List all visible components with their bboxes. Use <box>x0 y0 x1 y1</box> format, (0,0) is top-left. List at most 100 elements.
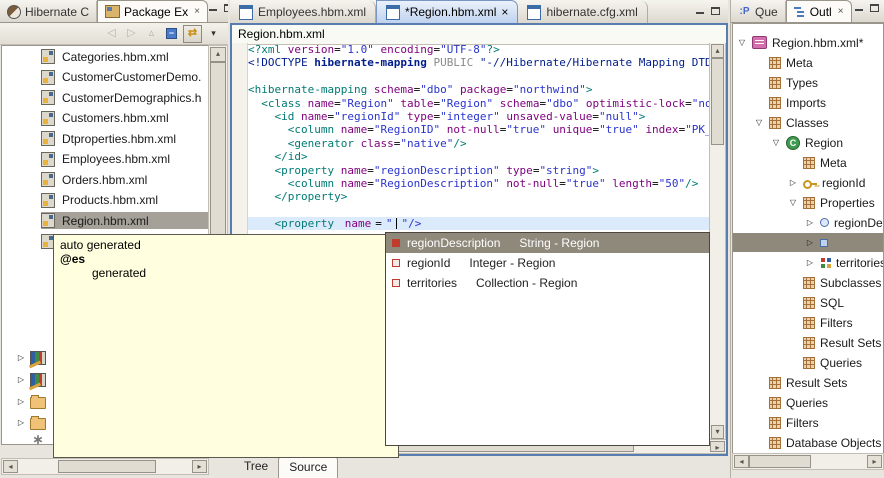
grid-icon <box>803 337 815 349</box>
outline-item-types[interactable]: Types <box>733 73 883 92</box>
scroll-up-icon[interactable]: ▴ <box>711 44 724 58</box>
collapse-icon[interactable]: ▽ <box>788 198 798 207</box>
back-icon[interactable]: ◁ <box>103 26 120 42</box>
file-label: Categories.hbm.xml <box>59 49 172 65</box>
editor-vertical-scrollbar[interactable]: ▴ ▾ <box>709 43 726 440</box>
file-label: Orders.hbm.xml <box>59 172 150 188</box>
link-with-editor-icon[interactable]: ⇄ <box>183 25 202 43</box>
close-icon[interactable]: × <box>501 5 508 19</box>
completion-item-territories[interactable]: territoriesCollection - Region <box>386 273 709 293</box>
view-tab-que[interactable]: Que <box>731 1 786 22</box>
outline-item-result-sets[interactable]: Result Sets <box>733 333 883 352</box>
tab-label: *Region.hbm.xml <box>405 5 496 19</box>
outline-item-imports[interactable]: Imports <box>733 93 883 112</box>
expand-icon[interactable]: ▷ <box>16 353 26 362</box>
outline-item-result-sets[interactable]: Result Sets <box>733 373 883 392</box>
scrollbar-thumb[interactable] <box>749 455 811 468</box>
scroll-right-icon[interactable]: ▸ <box>710 441 725 452</box>
scrollbar-thumb[interactable] <box>711 58 724 145</box>
scroll-right-icon[interactable]: ▸ <box>192 460 207 473</box>
package-explorer-icon <box>105 5 120 18</box>
outline-view: QueOutl× ▽Region.hbm.xml* Meta TypesImport… <box>730 0 884 478</box>
expand-icon[interactable]: ▷ <box>788 178 798 187</box>
collapse-icon[interactable]: ▽ <box>754 118 764 127</box>
editor-tab-hibernate-cfg-xml[interactable]: hibernate.cfg.xml <box>518 1 647 23</box>
view-menu-icon[interactable]: ▾ <box>205 26 222 42</box>
maximize-icon[interactable] <box>710 6 721 16</box>
outline-item-subclasses[interactable]: Subclasses <box>733 273 883 292</box>
file-item-dtproperties-hbm-xml[interactable]: Dtproperties.hbm.xml <box>2 129 209 148</box>
collapse-all-icon[interactable]: − <box>163 26 180 42</box>
outline-item-new-property[interactable]: ▷ <box>733 233 883 252</box>
minimize-icon[interactable] <box>695 6 706 16</box>
outline-item-database-objects[interactable]: Database Objects <box>733 433 883 452</box>
expand-icon[interactable]: ▷ <box>805 218 815 227</box>
outline-label: Meta <box>786 56 813 70</box>
code-line: <property name="regionDescription" type=… <box>248 164 710 177</box>
outline-item-classes[interactable]: ▽Classes <box>733 113 883 132</box>
expand-icon[interactable]: ▷ <box>16 397 26 406</box>
outline-item-properties[interactable]: ▽Properties <box>733 193 883 212</box>
outline-item-queries[interactable]: Queries <box>733 353 883 372</box>
file-item-orders-hbm-xml[interactable]: Orders.hbm.xml <box>2 170 209 189</box>
outline-item-queries[interactable]: Queries <box>733 393 883 412</box>
minimize-icon[interactable] <box>854 3 865 13</box>
completion-item-regiondescription[interactable]: regionDescriptionString - Region <box>386 233 709 253</box>
editor-tab-region-hbm-xml[interactable]: *Region.hbm.xml × <box>376 0 518 23</box>
collapse-icon[interactable]: ▽ <box>771 138 781 147</box>
maximize-icon[interactable] <box>869 3 880 13</box>
forward-icon[interactable]: ▷ <box>123 26 140 42</box>
file-item-customerdemographics-h[interactable]: CustomerDemographics.h <box>2 88 209 107</box>
completion-item-regionid[interactable]: regionIdInteger - Region <box>386 253 709 273</box>
outline-label: Result Sets <box>786 376 847 390</box>
outline-item-filters[interactable]: Filters <box>733 313 883 332</box>
outline-label: regionId <box>822 176 865 190</box>
file-item-region-hbm-xml[interactable]: Region.hbm.xml <box>2 211 209 230</box>
scroll-left-icon[interactable]: ◂ <box>734 455 749 468</box>
expand-icon[interactable]: ▷ <box>805 258 815 267</box>
outline-horizontal-scrollbar[interactable]: ◂ ▸ <box>732 453 884 470</box>
file-item-categories-hbm-xml[interactable]: Categories.hbm.xml <box>2 47 209 66</box>
tooltip-annotation: @es <box>60 252 392 266</box>
up-icon[interactable]: ▵ <box>143 26 160 42</box>
editor-tab-employees-hbm-xml[interactable]: Employees.hbm.xml <box>230 1 376 23</box>
outline-item-meta[interactable]: Meta <box>733 153 883 172</box>
minimize-icon[interactable] <box>208 3 219 13</box>
close-icon[interactable]: × <box>838 6 844 17</box>
view-tab-hibernate-c[interactable]: Hibernate C <box>0 1 97 22</box>
expand-icon[interactable]: ▷ <box>805 238 815 247</box>
file-item-products-hbm-xml[interactable]: Products.hbm.xml <box>2 191 209 210</box>
scroll-up-icon[interactable]: ▴ <box>210 47 226 62</box>
view-tab-outl[interactable]: Outl× <box>786 0 852 22</box>
file-item-employees-hbm-xml[interactable]: Employees.hbm.xml <box>2 150 209 169</box>
expand-icon[interactable]: ▷ <box>16 375 26 384</box>
page-tab-tree[interactable]: Tree <box>234 456 278 478</box>
attribute-icon <box>392 239 400 247</box>
file-item-customercustomerdemo[interactable]: CustomerCustomerDemo. <box>2 68 209 87</box>
page-tab-source[interactable]: Source <box>278 456 338 478</box>
tab-label: Employees.hbm.xml <box>258 5 366 19</box>
outline-item-territories[interactable]: ▷territories <box>733 253 883 272</box>
left-tree-horizontal-scrollbar[interactable]: ◂ ▸ <box>1 458 209 475</box>
outline-item-region[interactable]: ▽Region <box>733 133 883 152</box>
grid-icon <box>769 77 781 89</box>
scroll-left-icon[interactable]: ◂ <box>3 460 18 473</box>
hbm-file-icon <box>41 172 55 187</box>
scroll-right-icon[interactable]: ▸ <box>867 455 882 468</box>
outline-item-regionid[interactable]: ▷ regionId <box>733 173 883 192</box>
view-tab-package-ex[interactable]: Package Ex× <box>97 0 208 22</box>
hbm-file-icon <box>41 111 55 126</box>
outline-item-region-hbm-xml[interactable]: ▽Region.hbm.xml* <box>733 33 883 52</box>
hbm-file-icon <box>41 213 55 228</box>
scrollbar-thumb[interactable] <box>58 460 156 473</box>
expand-icon[interactable]: ▷ <box>16 418 26 427</box>
scroll-down-icon[interactable]: ▾ <box>711 425 724 439</box>
file-item-customers-hbm-xml[interactable]: Customers.hbm.xml <box>2 109 209 128</box>
collapse-icon[interactable]: ▽ <box>737 38 747 47</box>
close-icon[interactable]: × <box>194 6 200 17</box>
outline-item-sql[interactable]: SQL <box>733 293 883 312</box>
query-icon <box>738 6 751 18</box>
outline-item-filters[interactable]: Filters <box>733 413 883 432</box>
outline-item-regiondescription[interactable]: ▷regionDescription <box>733 213 883 232</box>
outline-item-meta[interactable]: Meta <box>733 53 883 72</box>
